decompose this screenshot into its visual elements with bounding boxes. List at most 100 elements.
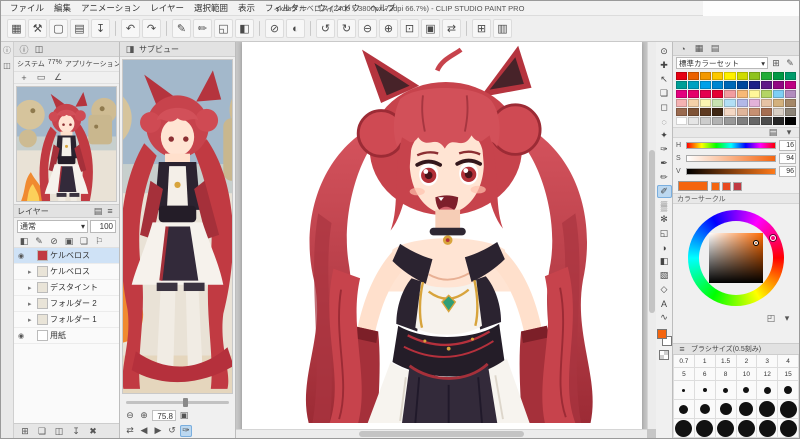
- slider-settings-icon[interactable]: ▾: [783, 127, 795, 139]
- brush-size-cell[interactable]: 12: [757, 368, 779, 381]
- layer-row[interactable]: ▸ フォルダー 1: [14, 312, 119, 328]
- layer-row[interactable]: ◉ 用紙: [14, 328, 119, 344]
- slider-bar[interactable]: [686, 155, 776, 162]
- brush-size-dot-cell[interactable]: [694, 400, 716, 419]
- color-swatch[interactable]: [748, 72, 760, 80]
- color-swatch[interactable]: [712, 99, 724, 107]
- color-swatch[interactable]: [760, 99, 772, 107]
- brush-size-dot-cell[interactable]: [674, 381, 695, 400]
- color-swatch[interactable]: [676, 99, 688, 107]
- color-swatch[interactable]: [700, 81, 712, 89]
- open-file-icon[interactable]: ▤: [70, 19, 89, 38]
- brush-size-cell[interactable]: 4: [778, 355, 799, 368]
- brush-size-cell[interactable]: 1: [694, 355, 716, 368]
- navigator-dock-icon[interactable]: ◫: [3, 61, 11, 70]
- eraser-icon[interactable]: ◱: [214, 19, 233, 38]
- subview-eyedropper-toggle[interactable]: ✑: [180, 424, 192, 437]
- zoom-out-icon[interactable]: ⊖: [358, 19, 377, 38]
- color-swatch[interactable]: [772, 72, 784, 80]
- color-swatch[interactable]: [724, 90, 736, 98]
- redo-icon[interactable]: ↷: [142, 19, 161, 38]
- separator[interactable]: [310, 21, 311, 36]
- brush-size-dot-cell[interactable]: [778, 400, 799, 419]
- separator[interactable]: [259, 21, 260, 36]
- subview-tab-label[interactable]: サブビュー: [139, 44, 179, 55]
- color-swatch[interactable]: [748, 90, 760, 98]
- text-tool[interactable]: A: [657, 297, 672, 310]
- navigator-preview[interactable]: [16, 86, 117, 202]
- prev-image-icon[interactable]: ◀: [138, 425, 150, 437]
- navigator-tab-icon[interactable]: ◫: [33, 43, 45, 55]
- folder-arrow-icon[interactable]: ▸: [28, 268, 35, 276]
- color-swatch[interactable]: [736, 108, 748, 116]
- brush-size-cell[interactable]: 8: [715, 368, 737, 381]
- pencil-icon[interactable]: ✏: [193, 19, 212, 38]
- blend-tool[interactable]: ◑: [657, 241, 672, 254]
- slider-value[interactable]: 94: [779, 153, 796, 164]
- layer-row[interactable]: ▸ ケルベロス: [14, 264, 119, 280]
- new-canvas-icon[interactable]: ▢: [49, 19, 68, 38]
- eyedropper-tool[interactable]: ✑: [657, 143, 672, 156]
- zoom-in-icon[interactable]: ⊕: [138, 410, 150, 422]
- color-swatch[interactable]: [700, 90, 712, 98]
- merge-down-icon[interactable]: ↧: [70, 425, 82, 437]
- brush-size-dot-cell[interactable]: [694, 419, 716, 438]
- slider-bar[interactable]: [686, 142, 776, 149]
- figure-tool[interactable]: ◇: [657, 283, 672, 296]
- info-tab-icon[interactable]: ⓘ: [18, 43, 30, 55]
- fill-icon[interactable]: ◧: [235, 19, 254, 38]
- menu-item[interactable]: レイヤー: [145, 1, 189, 16]
- color-wheel-tab-icon[interactable]: ◔: [677, 43, 689, 55]
- menu-item[interactable]: 編集: [49, 1, 76, 16]
- edit-swatch-icon[interactable]: ✎: [784, 57, 796, 69]
- color-swatch[interactable]: [748, 81, 760, 89]
- new-folder-icon[interactable]: ❏: [36, 425, 48, 437]
- fit-screen-icon[interactable]: ⊡: [400, 19, 419, 38]
- next-image-icon[interactable]: ▶: [152, 425, 164, 437]
- draft-layer-icon[interactable]: ✎: [33, 235, 45, 247]
- color-swatch[interactable]: [724, 117, 736, 125]
- vertical-scrollbar[interactable]: [647, 42, 656, 429]
- color-swatch[interactable]: [784, 81, 796, 89]
- color-swatch[interactable]: [784, 72, 796, 80]
- brush-size-cell[interactable]: 1.5: [715, 355, 737, 368]
- horizontal-scrollbar[interactable]: [236, 429, 647, 438]
- brush-size-cell[interactable]: 10: [736, 368, 758, 381]
- color-swatch[interactable]: [736, 72, 748, 80]
- brush-size-dot-cell[interactable]: [757, 400, 779, 419]
- actual-size-icon[interactable]: ▣: [421, 19, 440, 38]
- menu-item[interactable]: アニメーション: [76, 1, 145, 16]
- slider-handle[interactable]: [182, 397, 188, 407]
- color-swatch[interactable]: [748, 99, 760, 107]
- duplicate-layer-icon[interactable]: ◫: [53, 425, 65, 437]
- color-history-chip[interactable]: [733, 181, 742, 191]
- vertical-scrollbar-thumb[interactable]: [649, 150, 655, 313]
- brush-size-cell[interactable]: 5: [674, 368, 695, 381]
- pencil-tool[interactable]: ✏: [657, 171, 672, 184]
- layer-opacity-value[interactable]: 100: [90, 220, 116, 233]
- hue-marker[interactable]: [770, 235, 776, 241]
- color-swatch[interactable]: [688, 81, 700, 89]
- separator[interactable]: [166, 21, 167, 36]
- blend-mode-dropdown[interactable]: 通常 ▾: [17, 220, 88, 233]
- fit-icon[interactable]: ▣: [178, 410, 190, 422]
- color-swatch[interactable]: [700, 99, 712, 107]
- brush-size-dot-cell[interactable]: [674, 400, 695, 419]
- color-swatch[interactable]: [700, 117, 712, 125]
- brush-size-dot-cell[interactable]: [715, 419, 737, 438]
- color-swatch[interactable]: [760, 81, 772, 89]
- color-swatch[interactable]: [760, 117, 772, 125]
- new-layer-icon[interactable]: ⊞: [19, 425, 31, 437]
- canvas-page[interactable]: [242, 42, 642, 438]
- brush-size-cell[interactable]: 2: [736, 355, 758, 368]
- color-swatch[interactable]: [736, 99, 748, 107]
- slider-track[interactable]: [126, 397, 229, 407]
- horizontal-scrollbar-thumb[interactable]: [359, 431, 524, 437]
- snap-icon[interactable]: ▥: [493, 19, 512, 38]
- brush-tool[interactable]: ✐: [656, 185, 672, 198]
- fill-tool[interactable]: ◧: [657, 255, 672, 268]
- slider-value[interactable]: 96: [779, 166, 796, 177]
- color-swatch[interactable]: [688, 99, 700, 107]
- zoom-in-icon[interactable]: ⊕: [379, 19, 398, 38]
- slider-bar[interactable]: [686, 168, 776, 175]
